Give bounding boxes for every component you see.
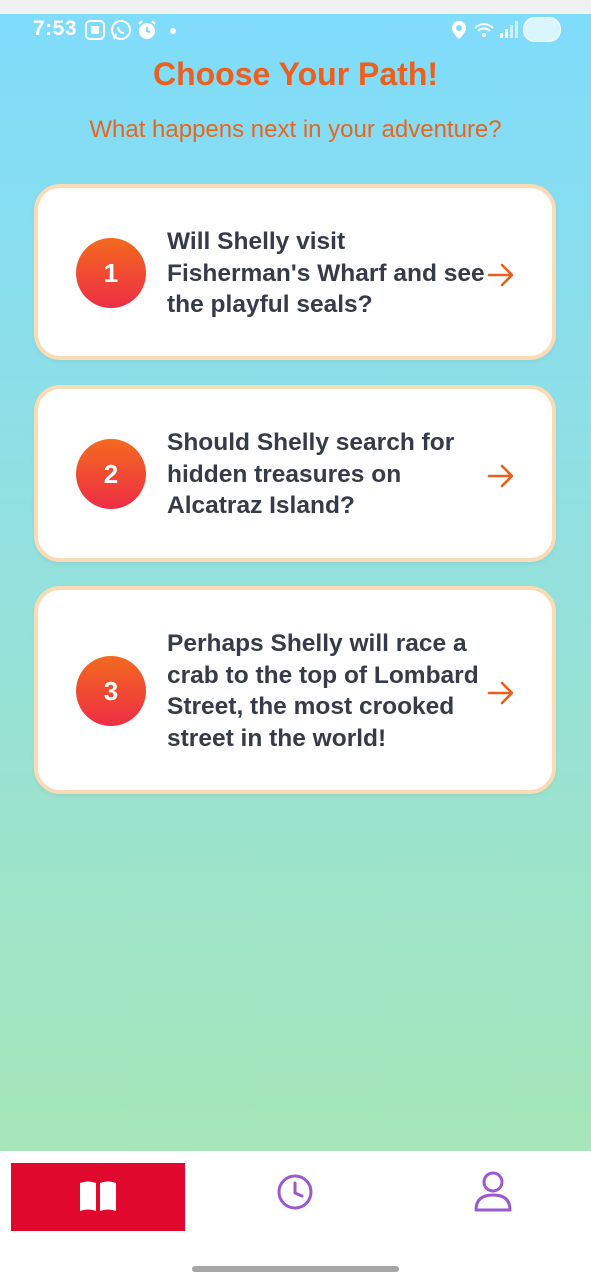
top-strip [0,0,591,14]
whatsapp-icon [111,20,131,40]
choice-text: Perhaps Shelly will race a crab to the t… [167,630,479,752]
alarm-icon [138,20,156,39]
screenshot-icon [85,20,105,40]
arrow-right-icon [487,464,514,488]
status-time: 7:53 [33,17,78,40]
choice-number-badge: 1 [76,238,146,308]
signal-icon [500,21,518,38]
notification-dot [170,28,176,34]
arrow-right-icon [487,263,514,287]
bottom-nav [0,1151,591,1280]
page-title: Choose Your Path! [152,56,439,92]
status-bar: 7:53 [0,14,591,46]
battery-toggle [523,17,561,42]
choice-number-badge: 3 [76,656,146,726]
clock-icon[interactable] [274,1171,316,1213]
choice-text: Should Shelly search for hidden treasure… [167,429,455,519]
page-subtitle: What happens next in your adventure? [89,116,502,143]
home-indicator[interactable] [192,1266,399,1272]
wifi-icon [474,23,494,37]
choice-text: Will Shelly visit Fisherman's Wharf and … [167,228,485,318]
choice-card-1[interactable]: 1 Will Shelly visit Fisherman's Wharf an… [34,184,556,360]
arrow-right-icon [487,681,514,705]
choice-card-2[interactable]: 2 Should Shelly search for hidden treasu… [34,385,556,562]
location-icon [452,21,466,39]
nav-read-button[interactable] [11,1163,185,1231]
choice-card-3[interactable]: 3 Perhaps Shelly will race a crab to the… [34,586,556,794]
choice-number-badge: 2 [76,439,146,509]
user-icon[interactable] [472,1169,514,1213]
book-icon [80,1181,116,1211]
